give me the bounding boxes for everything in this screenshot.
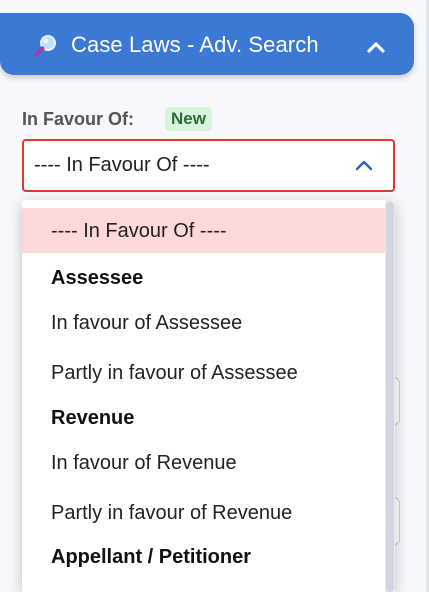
dropdown-group-revenue: Revenue — [22, 395, 385, 440]
dropdown-option-in-favour-of-revenue[interactable]: In favour of Revenue — [22, 440, 385, 485]
option-label: ---- In Favour Of ---- — [51, 220, 227, 242]
option-label: Partly in favour of Revenue — [51, 502, 293, 524]
dropdown-option-partly-in-favour-of-revenue[interactable]: Partly in favour of Revenue — [22, 490, 385, 535]
dropdown-option-in-favour-of-assessee[interactable]: In favour of Assessee — [22, 300, 385, 345]
dropdown-group-appellant-petitioner: Appellant / Petitioner — [22, 534, 385, 579]
scrollbar-thumb[interactable] — [386, 202, 394, 592]
in-favour-of-dropdown: ---- In Favour Of ---- Assessee In favou… — [22, 200, 395, 592]
chevron-up-icon — [355, 160, 373, 171]
chevron-up-icon[interactable] — [364, 35, 388, 59]
group-label: Revenue — [51, 407, 135, 429]
dropdown-option-placeholder[interactable]: ---- In Favour Of ---- — [22, 208, 385, 253]
dropdown-option-partly-in-favour-of-assessee[interactable]: Partly in favour of Assessee — [22, 350, 385, 395]
option-label: In favour of Assessee — [51, 312, 243, 334]
adv-search-header[interactable]: Case Laws - Adv. Search — [0, 13, 414, 75]
option-label: In favour of Revenue — [51, 452, 237, 474]
in-favour-of-select[interactable]: ---- In Favour Of ---- — [22, 139, 395, 192]
select-value: ---- In Favour Of ---- — [34, 154, 210, 176]
option-label: Partly in favour of Assessee — [51, 362, 298, 384]
dropdown-scrollbar[interactable] — [385, 200, 395, 592]
new-badge: New — [165, 107, 212, 131]
search-icon — [34, 35, 56, 57]
group-label: Assessee — [51, 267, 144, 289]
dropdown-group-assessee: Assessee — [22, 255, 385, 300]
header-title: Case Laws - Adv. Search — [71, 32, 319, 57]
in-favour-of-label: In Favour Of: — [22, 109, 134, 129]
group-label: Appellant / Petitioner — [51, 546, 252, 568]
